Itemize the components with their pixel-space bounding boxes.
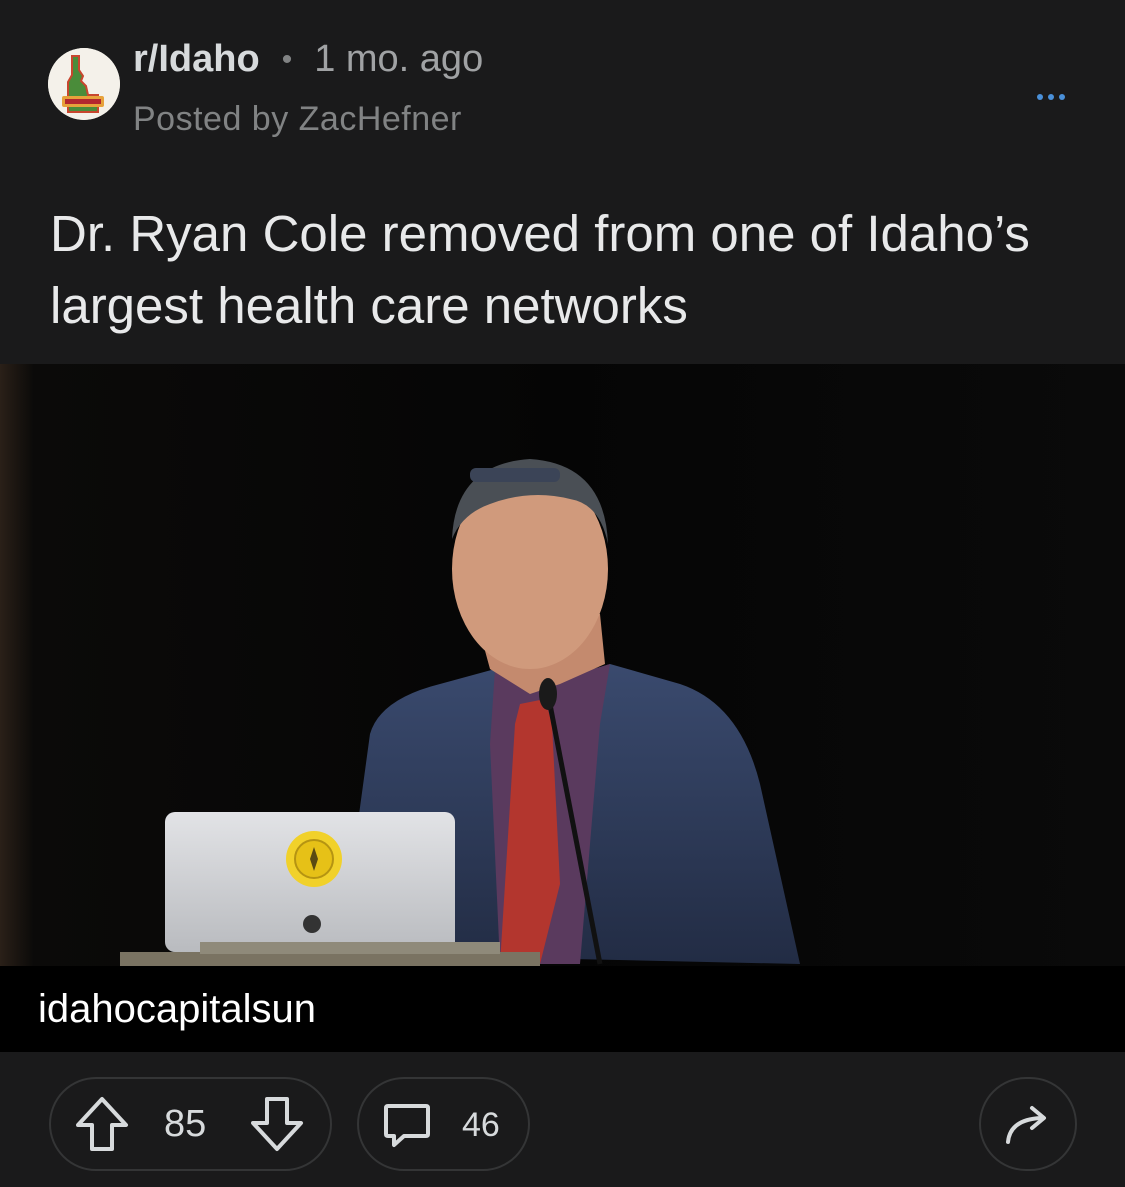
upvote-arrow-icon[interactable] (72, 1093, 132, 1155)
more-horizontal-icon[interactable] (1026, 82, 1076, 112)
subreddit-name[interactable]: r/Idaho (133, 38, 260, 81)
post-card[interactable]: r/Idaho • 1 mo. ago Posted by ZacHefner … (0, 0, 1125, 1187)
vote-score: 85 (164, 1103, 207, 1145)
comment-count: 46 (462, 1106, 500, 1144)
link-domain-bar[interactable]: idahocapitalsun (0, 966, 1125, 1052)
separator-dot: • (281, 42, 293, 76)
share-arrow-icon[interactable] (1002, 1100, 1054, 1148)
post-header: r/Idaho • 1 mo. ago Posted by ZacHefner (0, 0, 1125, 170)
subreddit-avatar[interactable] (48, 48, 120, 120)
post-image[interactable] (0, 364, 1125, 1052)
post-age: 1 mo. ago (314, 38, 484, 80)
downvote-arrow-icon[interactable] (247, 1093, 307, 1155)
posted-by[interactable]: Posted by ZacHefner (133, 100, 462, 139)
idaho-state-icon (48, 48, 120, 120)
subreddit-line: r/Idaho • 1 mo. ago (133, 38, 483, 81)
post-title[interactable]: Dr. Ryan Cole removed from one of Idaho’… (50, 198, 1090, 342)
link-domain: idahocapitalsun (38, 986, 316, 1031)
article-thumbnail (0, 364, 1125, 1052)
comment-bubble-icon[interactable] (380, 1098, 434, 1152)
